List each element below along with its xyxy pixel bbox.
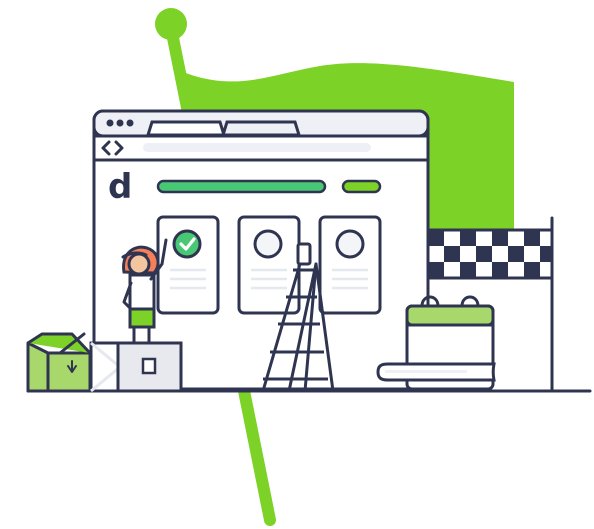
progress-bar-secondary [341,179,382,194]
illustration-svg: d [26,8,592,526]
checkmark-icon [172,229,202,259]
crate [116,341,183,393]
open-box [26,332,92,393]
window-control-dot [106,119,114,127]
empty-circle-icon [335,229,365,259]
window-control-dot [126,119,134,127]
browser-tab [145,120,227,137]
address-bar [143,143,371,152]
progress-bar-primary [156,179,327,194]
window-control-dot [116,119,124,127]
pending-card-2 [318,215,382,315]
browser-tab [220,120,302,137]
illustration-stage: d [0,0,594,529]
empty-circle-icon [253,229,283,259]
completed-card [156,215,220,315]
flag-pole-ball [155,8,187,40]
site-logo: d [108,167,132,207]
